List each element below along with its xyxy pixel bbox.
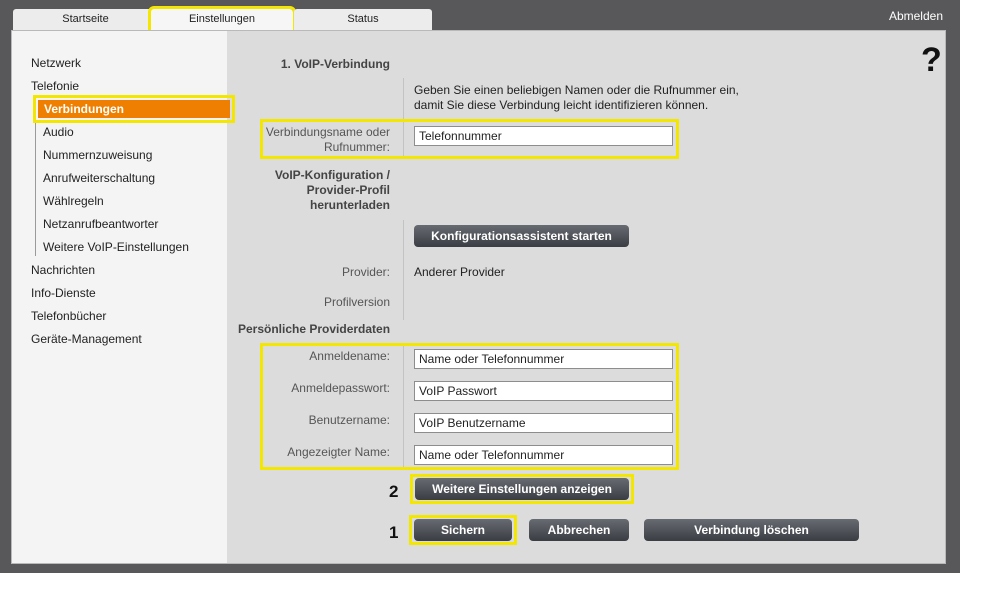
section-title: 1. VoIP-Verbindung [280,57,390,71]
config-wizard-button[interactable]: Konfigurationsassistent starten [414,225,629,247]
sidebar-item-geraete-management[interactable]: Geräte-Management [31,332,142,346]
sidebar-item-verbindungen-label: Verbindungen [38,100,230,118]
column-divider [403,220,404,320]
config-label-2: Provider-Profil [306,183,390,197]
hint-line-2: damit Sie diese Verbindung leicht identi… [414,98,709,112]
save-button[interactable]: Sichern [414,519,512,541]
sidebar-item-weitere-voip-einstellungen[interactable]: Weitere VoIP-Einstellungen [43,240,189,254]
connection-name-input[interactable]: Telefonnummer [414,126,673,146]
login-name-label: Anmeldename: [309,349,390,363]
sidebar-item-netzwerk[interactable]: Netzwerk [31,56,81,70]
provider-value: Anderer Provider [414,265,505,279]
username-input[interactable]: VoIP Benutzername [414,413,673,433]
callout-number-1: 1 [389,523,399,542]
login-password-label: Anmeldepasswort: [291,381,390,395]
sidebar-item-telefonbuecher[interactable]: Telefonbücher [31,309,106,323]
sidebar-item-nachrichten[interactable]: Nachrichten [31,263,95,277]
display-name-label: Angezeigter Name: [287,445,390,459]
cancel-button[interactable]: Abbrechen [529,519,629,541]
logout-link[interactable]: Abmelden [889,9,943,23]
more-settings-button[interactable]: Weitere Einstellungen anzeigen [415,478,629,500]
sidebar-item-waehlregeln[interactable]: Wählregeln [43,194,104,208]
callout-number-2: 2 [389,482,399,501]
sidebar-sub-divider [35,104,36,256]
tab-einstellungen[interactable]: Einstellungen [148,6,296,33]
tab-startseite[interactable]: Startseite [13,9,158,30]
tab-status[interactable]: Status [294,9,432,30]
delete-connection-button[interactable]: Verbindung löschen [644,519,859,541]
provider-label: Provider: [341,265,390,279]
sidebar-item-netzanrufbeantworter[interactable]: Netzanrufbeantworter [43,217,158,231]
sidebar-item-anrufweiterschaltung[interactable]: Anrufweiterschaltung [43,171,155,185]
username-label: Benutzername: [308,413,390,427]
config-label-1: VoIP-Konfiguration / [274,168,390,182]
display-name-input[interactable]: Name oder Telefonnummer [414,445,673,465]
config-label-3: herunterladen [309,198,390,212]
sidebar-item-info-dienste[interactable]: Info-Dienste [31,286,96,300]
login-name-input[interactable]: Name oder Telefonnummer [414,349,673,369]
help-icon[interactable]: ? [921,41,942,80]
sidebar-item-verbindungen[interactable]: Verbindungen [33,95,235,123]
login-password-input[interactable]: VoIP Passwort [414,381,673,401]
sidebar-item-audio[interactable]: Audio [43,125,74,139]
sidebar-item-telefonie[interactable]: Telefonie [31,79,79,93]
hint-line-1: Geben Sie einen beliebigen Namen oder di… [414,83,739,97]
connection-name-label-1: Verbindungsname oder [265,125,390,139]
sidebar-item-nummernzuweisung[interactable]: Nummernzuweisung [43,148,152,162]
app-frame: Startseite Einstellungen Status Abmelden… [0,0,960,573]
profile-version-label: Profilversion [323,295,390,309]
personal-data-title: Persönliche Providerdaten [238,322,391,336]
connection-name-label-2: Rufnummer: [323,140,390,154]
sidebar: Netzwerk Telefonie Verbindungen Audio Nu… [12,31,235,563]
